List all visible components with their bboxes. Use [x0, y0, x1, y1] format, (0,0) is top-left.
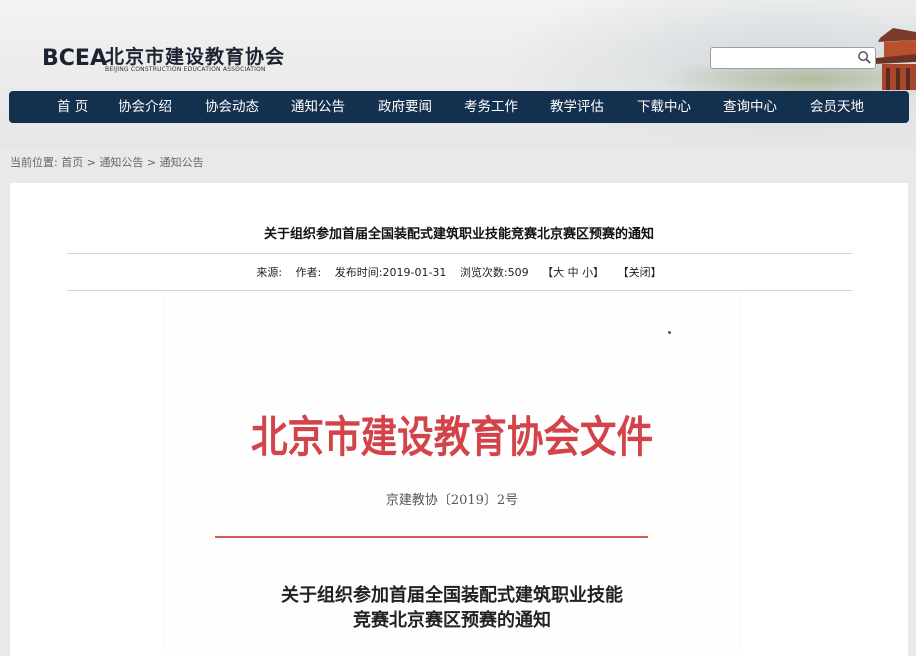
- meta-publish-time: 发布时间:2019-01-31: [335, 266, 447, 279]
- divider: [67, 253, 852, 254]
- article-meta: 来源: 作者: 发布时间:2019-01-31 浏览次数:509 【大 中 小】…: [10, 264, 908, 280]
- nav-item-downloads[interactable]: 下载中心: [637, 91, 691, 123]
- nav-item-notices[interactable]: 通知公告: [291, 91, 345, 123]
- nav-item-about[interactable]: 协会介绍: [118, 91, 172, 123]
- meta-author: 作者:: [295, 266, 322, 279]
- site-header: BCEA 北京市建设教育协会 BEIJING CONSTRUCTION EDUC…: [0, 0, 916, 150]
- breadcrumb-prefix: 当前位置:: [10, 156, 58, 169]
- article-title: 关于组织参加首届全国装配式建筑职业技能竞赛北京赛区预赛的通知: [263, 227, 654, 242]
- font-size-control[interactable]: 【大 中 小】: [542, 266, 604, 279]
- document-number: 京建教协〔2019〕2号: [385, 493, 519, 508]
- logo-english-name: BEIJING CONSTRUCTION EDUCATION ASSOCIATI…: [105, 66, 266, 73]
- main-navigation: 首 页 协会介绍 协会动态 通知公告 政府要闻 考务工作 教学评估 下载中心 查…: [9, 91, 909, 123]
- meta-source: 来源:: [256, 266, 283, 279]
- meta-views: 浏览次数:509: [460, 266, 529, 279]
- nav-item-home[interactable]: 首 页: [57, 91, 88, 123]
- nav-item-government-news[interactable]: 政府要闻: [378, 91, 432, 123]
- document-title-line2: 竞赛北京赛区预赛的通知: [353, 610, 551, 631]
- breadcrumb-separator: >: [143, 156, 160, 169]
- meta-publish-label: 发布时间:: [334, 266, 383, 279]
- nav-item-query[interactable]: 查询中心: [723, 91, 777, 123]
- close-link[interactable]: 【关闭】: [618, 266, 662, 279]
- document-image: 北京市建设教育协会文件 京建教协〔2019〕2号 关于组织参加首届全国装配式建筑…: [165, 293, 739, 656]
- document-red-rule: [215, 536, 648, 538]
- nav-item-exams[interactable]: 考务工作: [464, 91, 518, 123]
- breadcrumb-home[interactable]: 首页: [61, 156, 83, 169]
- search-input[interactable]: [715, 50, 855, 66]
- search-box: [710, 47, 876, 69]
- document-title-line1: 关于组织参加首届全国装配式建筑职业技能: [281, 585, 623, 606]
- breadcrumb: 当前位置: 首页 > 通知公告 > 通知公告: [10, 154, 204, 170]
- scan-speck: [668, 331, 671, 334]
- breadcrumb-level1[interactable]: 通知公告: [99, 156, 143, 169]
- search-icon[interactable]: [857, 50, 872, 65]
- logo-mark: BCEA: [42, 46, 107, 71]
- nav-item-teaching-evaluation[interactable]: 教学评估: [550, 91, 604, 123]
- nav-item-members[interactable]: 会员天地: [810, 91, 864, 123]
- document-heading: 北京市建设教育协会文件: [250, 413, 654, 463]
- logo-chinese-name: 北京市建设教育协会: [105, 46, 286, 68]
- breadcrumb-separator: >: [83, 156, 100, 169]
- article-panel: 关于组织参加首届全国装配式建筑职业技能竞赛北京赛区预赛的通知 来源: 作者: 发…: [10, 183, 908, 656]
- breadcrumb-level2[interactable]: 通知公告: [160, 156, 204, 169]
- pavilion-illustration: [874, 28, 916, 90]
- nav-item-news[interactable]: 协会动态: [205, 91, 259, 123]
- meta-views-label: 浏览次数:: [459, 266, 508, 279]
- meta-publish-date: 2019-01-31: [382, 266, 447, 279]
- meta-views-count: 509: [507, 266, 529, 279]
- site-logo[interactable]: BCEA 北京市建设教育协会 BEIJING CONSTRUCTION EDUC…: [42, 40, 322, 80]
- divider: [67, 290, 852, 291]
